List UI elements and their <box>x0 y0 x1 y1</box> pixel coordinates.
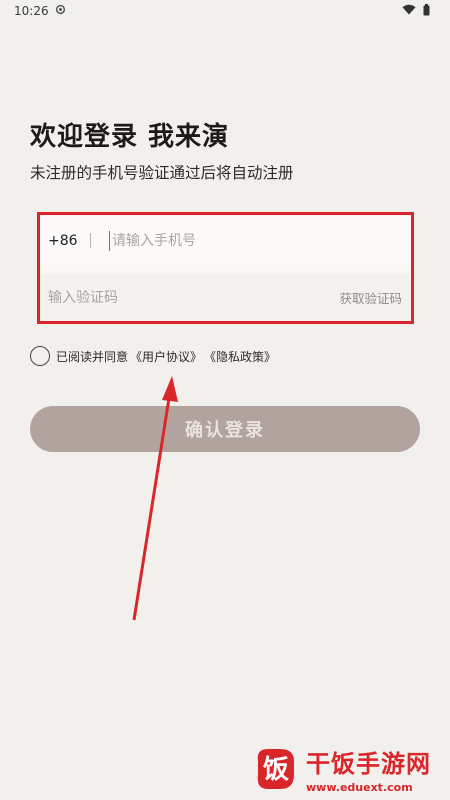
watermark: 饭 干饭手游网 www.eduext.com <box>250 738 450 800</box>
privacy-policy-link[interactable]: 《隐私政策》 <box>204 348 276 365</box>
get-code-button[interactable]: 获取验证码 <box>339 288 402 307</box>
code-row: 获取验证码 <box>40 273 412 322</box>
divider <box>90 233 91 248</box>
agreement-checkbox[interactable] <box>30 346 50 366</box>
watermark-brand: 干饭手游网 <box>306 750 431 778</box>
watermark-url: www.eduext.com <box>306 781 413 794</box>
phone-row: +86 <box>40 216 412 265</box>
watermark-logo-icon: 饭 <box>257 749 294 789</box>
page-title: 欢迎登录 我来演 <box>30 122 230 152</box>
status-left: 10:26 <box>14 4 66 18</box>
login-form: +86 获取验证码 <box>40 216 412 322</box>
settings-icon <box>55 4 66 18</box>
login-button[interactable]: 确认登录 <box>30 406 420 452</box>
user-agreement-link[interactable]: 《用户协议》 <box>130 348 202 365</box>
verification-code-input[interactable] <box>48 287 268 308</box>
svg-text:饭: 饭 <box>263 755 289 785</box>
battery-icon <box>423 3 430 19</box>
status-right <box>402 3 430 19</box>
agreement-prefix: 已阅读并同意 <box>56 349 129 364</box>
status-time: 10:26 <box>14 4 49 18</box>
watermark-text: 干饭手游网 www.eduext.com <box>306 744 431 794</box>
phone-input[interactable] <box>109 230 389 251</box>
country-code[interactable]: +86 <box>48 233 90 249</box>
wifi-icon <box>402 4 416 18</box>
status-bar: 10:26 <box>0 0 450 22</box>
agreement-row: 已阅读并同意 《用户协议》 《隐私政策》 <box>30 346 276 366</box>
page-subtitle: 未注册的手机号验证通过后将自动注册 <box>30 164 294 182</box>
